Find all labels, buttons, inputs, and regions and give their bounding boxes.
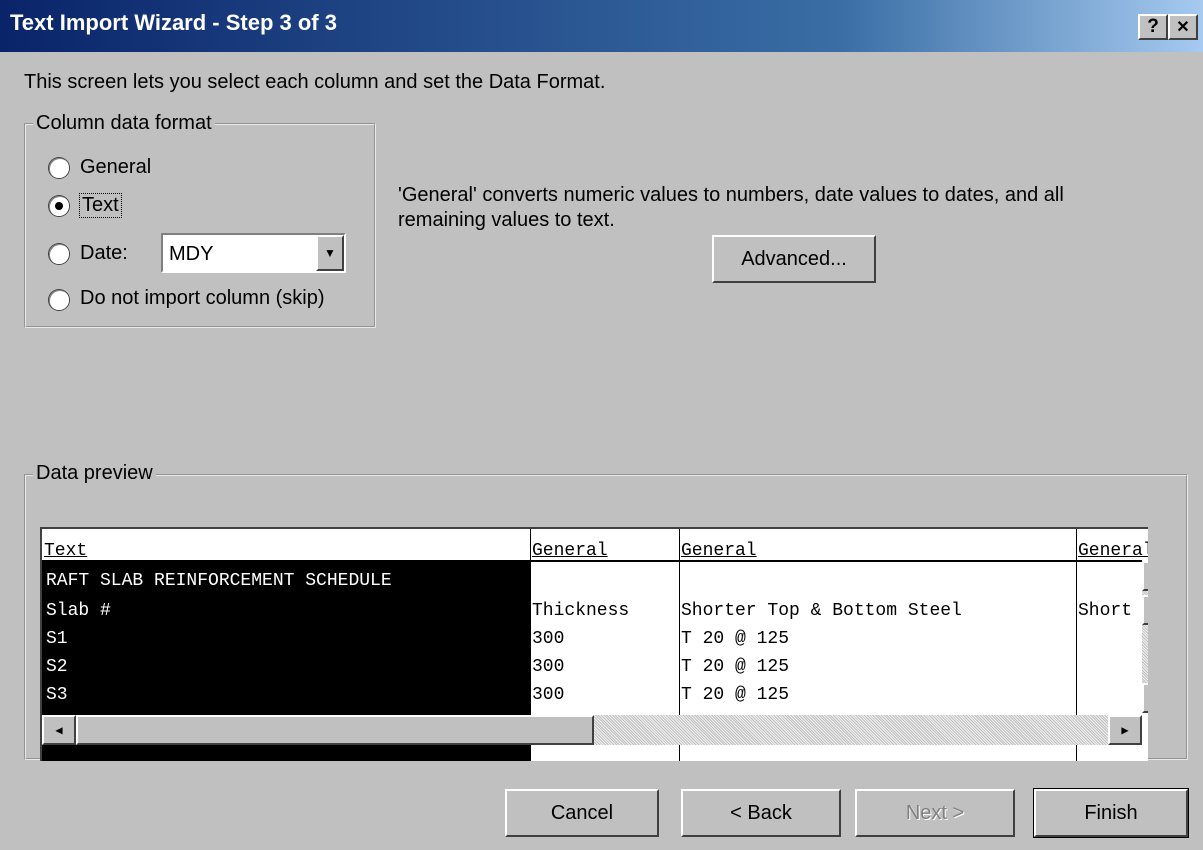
table-cell: T 20 @ 125 <box>681 685 790 705</box>
radio-skip[interactable] <box>49 290 69 310</box>
table-cell: Shorter Top & Bottom Steel <box>681 601 962 621</box>
date-format-value: MDY <box>169 243 214 265</box>
radio-text[interactable] <box>49 196 69 216</box>
scroll-up-icon[interactable]: ▲ <box>1142 561 1148 591</box>
table-cell: Slab # <box>46 601 111 621</box>
vertical-scrollbar-thumb[interactable] <box>1142 595 1148 625</box>
table-cell: T 20 @ 125 <box>681 657 790 677</box>
radio-skip-label[interactable]: Do not import column (skip) <box>80 287 325 310</box>
chevron-down-icon[interactable]: ▼ <box>316 235 344 271</box>
format-description-line2: remaining values to text. <box>398 209 615 231</box>
scroll-down-icon[interactable]: ▼ <box>1142 683 1148 713</box>
radio-date-label[interactable]: Date: <box>80 242 128 265</box>
finish-label: Finish <box>1084 801 1138 824</box>
radio-text-label[interactable]: Text <box>79 193 122 218</box>
next-button[interactable]: Next > <box>855 789 1015 837</box>
intro-text: This screen lets you select each column … <box>24 71 606 93</box>
column-format-legend: Column data format <box>33 112 215 135</box>
close-glyph: ✕ <box>1176 19 1190 36</box>
format-description-line1: 'General' converts numeric values to num… <box>398 184 1064 206</box>
radio-date[interactable] <box>49 244 69 264</box>
table-cell: 300 <box>532 629 565 649</box>
column-header-general[interactable]: General <box>1078 541 1148 561</box>
column-header-general[interactable]: General <box>681 541 757 561</box>
table-cell: 300 <box>532 685 565 705</box>
title-bar: Text Import Wizard - Step 3 of 3 ? ✕ <box>0 0 1203 52</box>
date-format-select[interactable]: MDY ▼ <box>161 233 346 273</box>
help-icon[interactable]: ? <box>1138 14 1168 40</box>
scroll-left-icon[interactable]: ◀ <box>42 715 76 745</box>
table-cell: S3 <box>46 685 68 705</box>
table-cell: Short <box>1078 601 1133 621</box>
table-cell: S1 <box>46 629 68 649</box>
cancel-label: Cancel <box>550 801 614 824</box>
radio-general-label[interactable]: General <box>80 156 151 179</box>
finish-button[interactable]: Finish <box>1033 788 1189 838</box>
window-title: Text Import Wizard - Step 3 of 3 <box>10 10 337 35</box>
next-label: Next > <box>905 801 965 824</box>
table-cell: RAFT SLAB REINFORCEMENT SCHEDULE <box>46 571 392 591</box>
scroll-right-icon[interactable]: ▶ <box>1108 715 1142 745</box>
radio-general[interactable] <box>49 158 69 178</box>
table-cell: 300 <box>532 657 565 677</box>
cancel-button[interactable]: Cancel <box>505 789 659 837</box>
advanced-button[interactable]: Advanced... <box>712 235 876 283</box>
advanced-label: Advanced... <box>741 247 847 270</box>
table-cell: T 20 @ 125 <box>681 629 790 649</box>
horizontal-scrollbar-thumb[interactable] <box>76 715 594 745</box>
close-icon[interactable]: ✕ <box>1168 14 1198 40</box>
table-cell: Thickness <box>532 601 630 621</box>
back-label: < Back <box>730 801 792 824</box>
back-button[interactable]: < Back <box>681 789 841 837</box>
column-header-general[interactable]: General <box>532 541 608 561</box>
column-header-text[interactable]: Text <box>44 541 87 561</box>
data-preview-table[interactable]: Text General General General RAFT SLAB R… <box>40 527 1148 761</box>
help-glyph: ? <box>1147 16 1159 37</box>
table-cell: S2 <box>46 657 68 677</box>
data-preview-legend: Data preview <box>33 462 156 485</box>
